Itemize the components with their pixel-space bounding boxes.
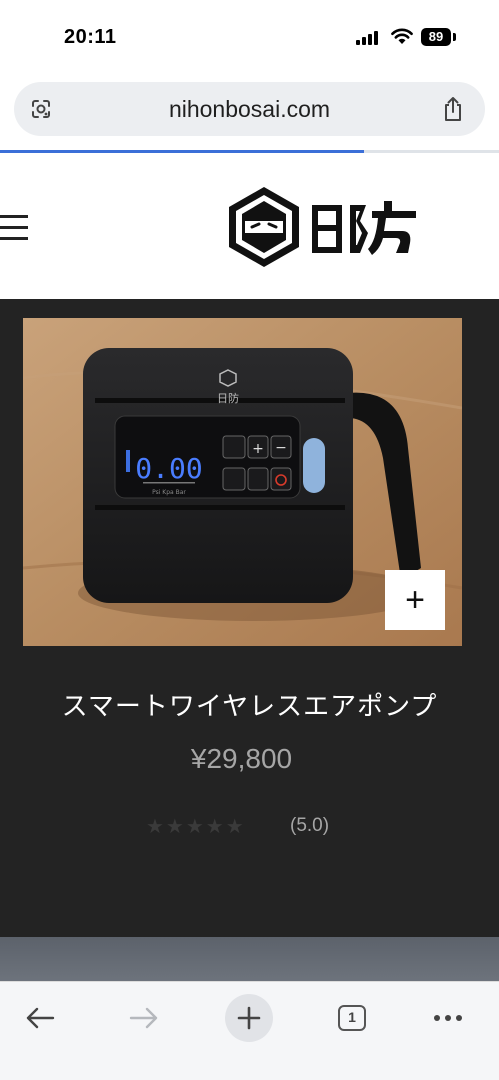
product-card[interactable]: 日防 0.00 Psi Kpa Bar + − +: [0, 299, 499, 937]
more-horizontal-icon: [434, 1015, 462, 1021]
rating-value: (5.0): [290, 815, 330, 836]
wifi-icon: [391, 28, 413, 44]
site-logo[interactable]: [226, 183, 420, 271]
image-brand-text: 日防: [217, 391, 239, 405]
address-bar[interactable]: nihonbosai.com: [14, 82, 485, 136]
more-menu-button[interactable]: [424, 994, 472, 1042]
battery-icon: 89: [421, 28, 451, 46]
hamburger-menu-icon[interactable]: [0, 215, 28, 241]
forward-button[interactable]: [120, 994, 168, 1042]
back-button[interactable]: [16, 994, 64, 1042]
svg-text:−: −: [275, 440, 287, 456]
tab-count: 1: [338, 1005, 366, 1031]
product-price: ¥29,800: [190, 743, 293, 774]
footer-strip: [0, 937, 499, 981]
image-display-value: 0.00: [135, 452, 202, 485]
url-text[interactable]: nihonbosai.com: [14, 96, 485, 123]
site-header: [0, 153, 499, 299]
battery-nub: [453, 33, 456, 41]
arrow-left-icon: [26, 1007, 55, 1029]
share-icon[interactable]: [442, 96, 464, 122]
arrow-right-icon: [129, 1007, 158, 1029]
new-tab-button[interactable]: [225, 994, 273, 1042]
status-bar: 20:11 89: [0, 0, 499, 76]
signal-icon: [356, 31, 382, 45]
browser-toolbar: 1: [0, 981, 499, 1080]
product-title[interactable]: スマートワイヤレスエアポンプ: [0, 686, 499, 723]
image-units-text: Psi Kpa Bar: [152, 489, 186, 496]
add-to-cart-button[interactable]: +: [385, 570, 445, 630]
plus-icon: [237, 1006, 261, 1030]
tab-switcher-button[interactable]: 1: [328, 994, 376, 1042]
svg-text:+: +: [252, 441, 264, 457]
status-time: 20:11: [64, 26, 117, 48]
rating-stars-icon: ★★★★★: [146, 816, 246, 838]
